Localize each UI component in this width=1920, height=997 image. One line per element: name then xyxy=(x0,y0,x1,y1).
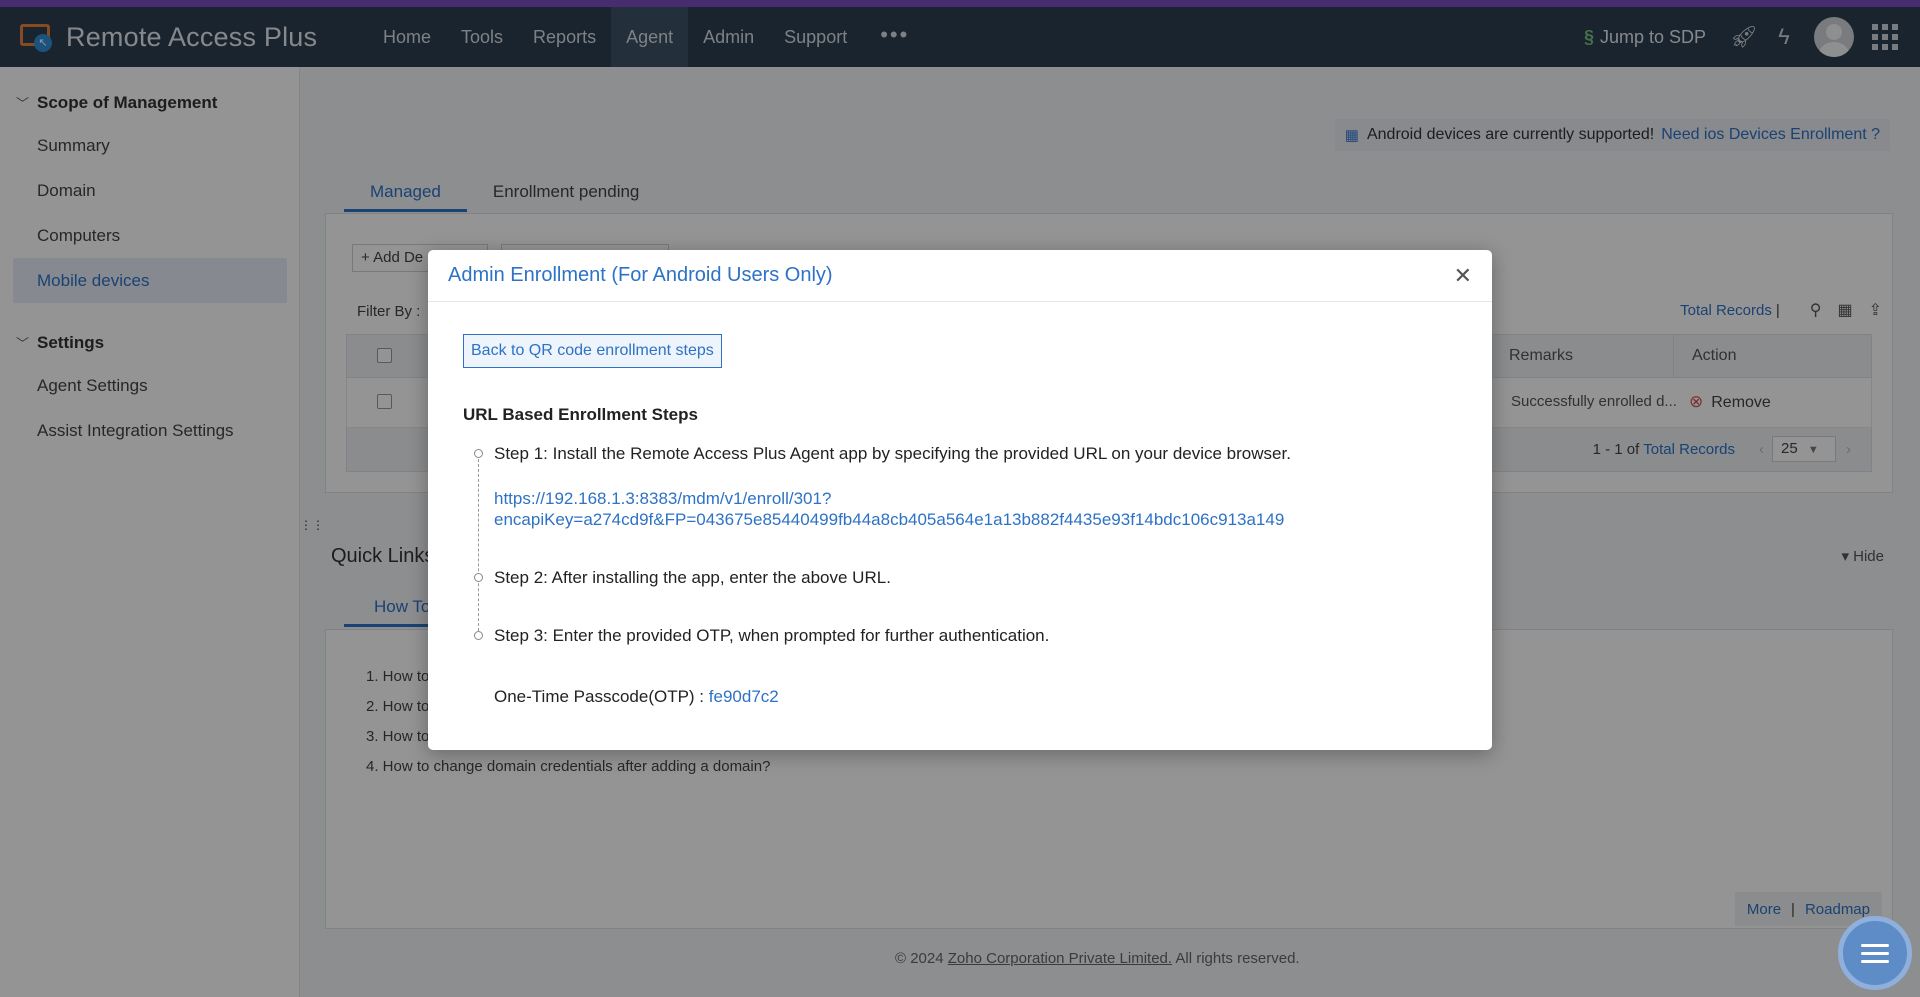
step-marker-icon xyxy=(474,449,483,458)
sidebar-collapse-handle-icon[interactable]: ⋮⋮ xyxy=(300,518,324,548)
otp-label: One-Time Passcode(OTP) : xyxy=(494,687,705,706)
back-to-qr-steps-button[interactable]: Back to QR code enrollment steps xyxy=(463,334,722,368)
admin-enrollment-dialog: Admin Enrollment (For Android Users Only… xyxy=(428,250,1492,750)
dialog-header: Admin Enrollment (For Android Users Only… xyxy=(428,250,1492,302)
floating-menu-button[interactable] xyxy=(1838,916,1912,990)
step-2-text: Step 2: After installing the app, enter … xyxy=(494,568,891,587)
dialog-title: Admin Enrollment (For Android Users Only… xyxy=(448,264,833,286)
step-marker-icon xyxy=(474,573,483,582)
step-1-text: Step 1: Install the Remote Access Plus A… xyxy=(494,444,1291,463)
close-icon[interactable]: ✕ xyxy=(1454,263,1472,289)
url-line-1: https://192.168.1.3:8383/mdm/v1/enroll/3… xyxy=(494,489,832,508)
url-line-2: encapiKey=a274cd9f&FP=043675e85440499fb4… xyxy=(494,510,1285,529)
enrollment-url-link[interactable]: https://192.168.1.3:8383/mdm/v1/enroll/3… xyxy=(494,488,1394,530)
steps-title: URL Based Enrollment Steps xyxy=(463,405,698,424)
otp-value[interactable]: fe90d7c2 xyxy=(709,687,779,706)
otp-row: One-Time Passcode(OTP) : fe90d7c2 xyxy=(494,687,779,707)
step-marker-icon xyxy=(474,631,483,640)
steps-timeline xyxy=(478,454,479,636)
step-3-text: Step 3: Enter the provided OTP, when pro… xyxy=(494,626,1050,645)
